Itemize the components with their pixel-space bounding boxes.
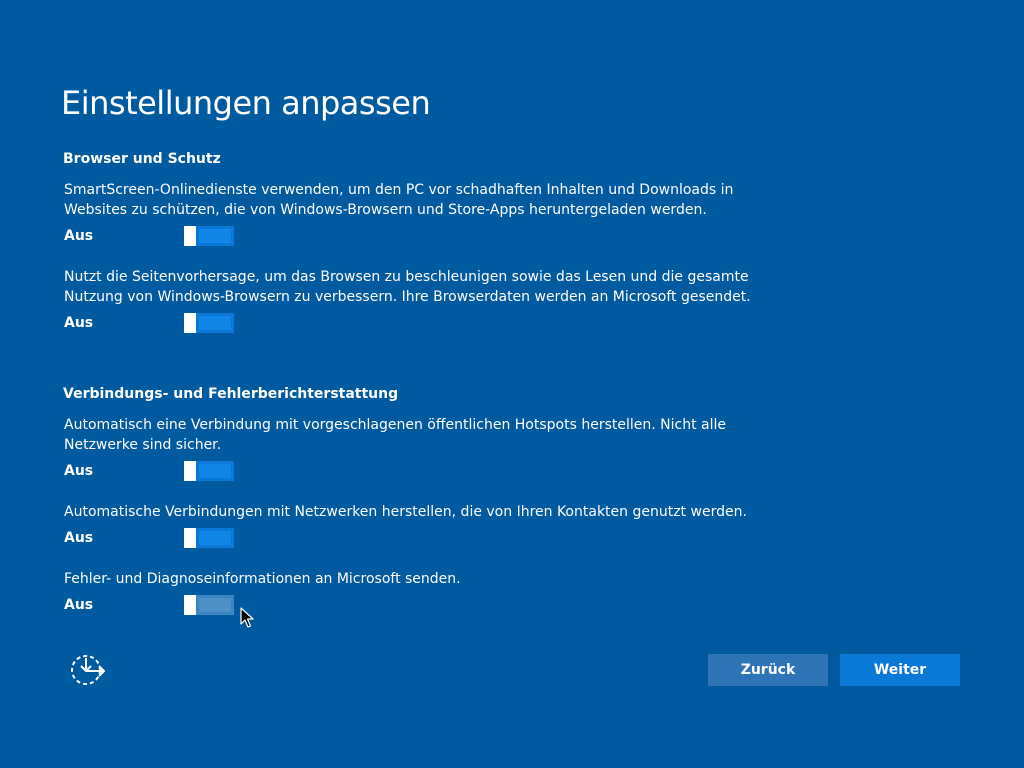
toggle-track — [199, 598, 231, 612]
toggle-state-label: Aus — [64, 528, 93, 548]
toggle-thumb — [184, 226, 196, 246]
toggle-state-label: Aus — [64, 595, 93, 615]
page-prediction-toggle[interactable] — [184, 313, 234, 333]
toggle-thumb — [184, 528, 196, 548]
toggle-track — [199, 229, 231, 243]
diagnostics-toggle[interactable] — [184, 595, 234, 615]
toggle-track — [199, 316, 231, 330]
toggle-state-label: Aus — [64, 461, 93, 481]
hotspots-toggle[interactable] — [184, 461, 234, 481]
page-title: Einstellungen anpassen — [61, 82, 430, 124]
setting-description-hotspots: Automatisch eine Verbindung mit vorgesch… — [64, 415, 764, 455]
toggle-state-label: Aus — [64, 226, 93, 246]
setting-description-smartscreen: SmartScreen-Onlinedienste verwenden, um … — [64, 180, 764, 220]
settings-page: Einstellungen anpassen Browser und Schut… — [0, 0, 1024, 768]
section-heading-connectivity: Verbindungs- und Fehlerberichterstattung — [63, 385, 398, 403]
next-button[interactable]: Weiter — [840, 654, 960, 686]
setting-description-contacts-networks: Automatische Verbindungen mit Netzwerken… — [64, 502, 764, 522]
setting-row-hotspots: Aus — [64, 461, 264, 481]
setting-row-contacts-networks: Aus — [64, 528, 264, 548]
back-button[interactable]: Zurück — [708, 654, 828, 686]
setting-row-diagnostics: Aus — [64, 595, 264, 615]
setting-row-smartscreen: Aus — [64, 226, 264, 246]
toggle-thumb — [184, 461, 196, 481]
toggle-track — [199, 464, 231, 478]
toggle-thumb — [184, 595, 196, 615]
ease-of-access-icon[interactable] — [70, 654, 106, 686]
setting-description-diagnostics: Fehler- und Diagnoseinformationen an Mic… — [64, 569, 764, 589]
mouse-cursor-icon — [240, 607, 254, 629]
contacts-networks-toggle[interactable] — [184, 528, 234, 548]
smartscreen-toggle[interactable] — [184, 226, 234, 246]
toggle-state-label: Aus — [64, 313, 93, 333]
toggle-thumb — [184, 313, 196, 333]
setting-description-page-prediction: Nutzt die Seitenvorhersage, um das Brows… — [64, 267, 764, 307]
section-heading-browser: Browser und Schutz — [63, 150, 221, 168]
setting-row-page-prediction: Aus — [64, 313, 264, 333]
toggle-track — [199, 531, 231, 545]
